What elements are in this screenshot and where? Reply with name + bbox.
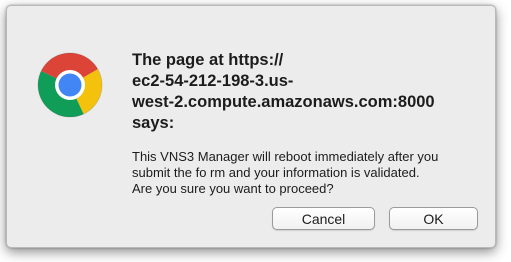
dialog-message-line: submit the fo rm and your information is… — [132, 165, 420, 180]
dialog-message-line: Are you sure you want to proceed? — [132, 181, 334, 196]
dialog-message: This VNS3 Manager will reboot immediatel… — [132, 149, 492, 197]
dialog-title-line: ec2-54-212-198-3.us- — [132, 72, 294, 90]
dialog-title-line: says: — [132, 114, 175, 132]
dialog-message-line: This VNS3 Manager will reboot immediatel… — [132, 149, 439, 164]
dialog-title-line: west-2.compute.amazonaws.com:8000 — [132, 93, 435, 111]
ok-button[interactable]: OK — [389, 207, 478, 230]
cancel-button[interactable]: Cancel — [272, 207, 375, 230]
chrome-logo-icon — [37, 52, 103, 118]
dialog-title: The page at https:// ec2-54-212-198-3.us… — [132, 50, 492, 134]
dialog-title-line: The page at https:// — [132, 51, 284, 69]
alert-dialog: The page at https:// ec2-54-212-198-3.us… — [6, 5, 496, 248]
